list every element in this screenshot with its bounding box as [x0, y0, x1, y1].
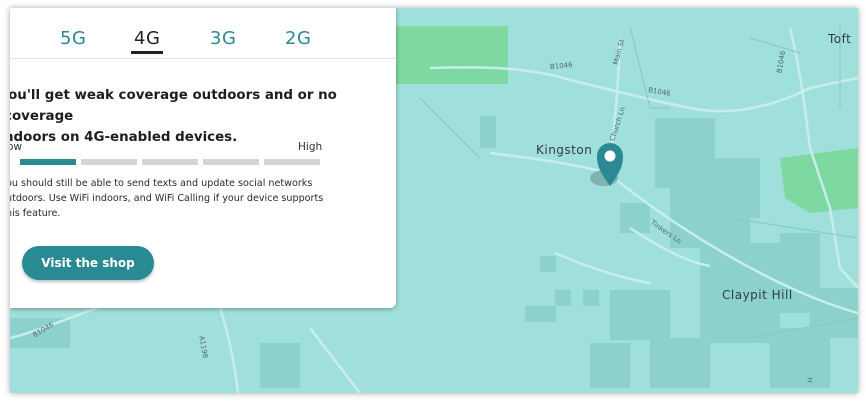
headline-line-1: 'ou'll get weak coverage outdoors and or…: [10, 88, 337, 124]
good-coverage-area: [390, 26, 508, 84]
place-label-toft: Toft: [828, 32, 852, 46]
meter-segment: [20, 159, 76, 165]
description-line-1: ou should still be able to send texts an…: [10, 178, 313, 189]
tab-5g[interactable]: 5G: [60, 28, 86, 49]
meter-segment: [264, 159, 320, 165]
road-label-h: H: [806, 376, 816, 384]
description-line-2: utdoors. Use WiFi indoors, and WiFi Call…: [10, 193, 324, 204]
meter-segment: [142, 159, 198, 165]
coverage-headline: 'ou'll get weak coverage outdoors and or…: [10, 85, 384, 148]
coverage-map-widget: Kingston Claypit Hill Toft B1046 B1046 B…: [10, 8, 858, 393]
network-tabs: 5G 4G 3G 2G: [10, 8, 396, 59]
tab-3g[interactable]: 3G: [210, 28, 236, 49]
visit-shop-button[interactable]: Visit the shop: [22, 246, 154, 280]
coverage-description: ou should still be able to send texts an…: [10, 176, 382, 221]
headline-line-2: ndoors on 4G-enabled devices.: [10, 130, 238, 145]
place-label-claypit-hill: Claypit Hill: [722, 288, 793, 302]
scale-high-label: High: [298, 141, 323, 153]
meter-segment: [81, 159, 137, 165]
coverage-info-panel: 5G 4G 3G 2G 'ou'll get weak coverage out…: [10, 8, 396, 308]
active-tab-indicator: [131, 51, 163, 54]
scale-low-label: ow: [10, 141, 23, 153]
place-label-kingston: Kingston: [536, 143, 593, 157]
tab-4g[interactable]: 4G: [134, 28, 160, 49]
description-line-3: his feature.: [10, 208, 61, 219]
tab-2g[interactable]: 2G: [285, 28, 311, 49]
meter-segment: [203, 159, 259, 165]
